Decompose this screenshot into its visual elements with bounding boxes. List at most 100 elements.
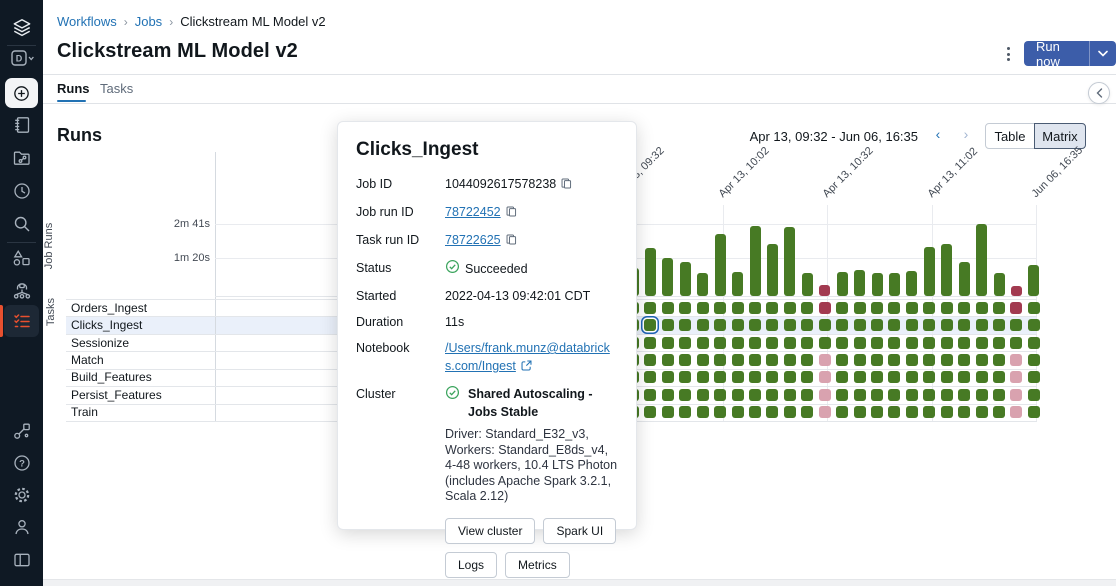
run-id-link[interactable]: 78722625: [445, 233, 501, 247]
matrix-cell[interactable]: [906, 319, 918, 331]
job-run-bar[interactable]: [941, 244, 952, 296]
matrix-cell[interactable]: [906, 354, 918, 366]
matrix-cell[interactable]: [906, 371, 918, 383]
job-run-bar[interactable]: [994, 273, 1005, 296]
sidebar-item-workspace[interactable]: [0, 114, 43, 136]
sidebar-item-settings[interactable]: [0, 484, 43, 506]
matrix-cell[interactable]: [732, 319, 744, 331]
matrix-cell[interactable]: [854, 302, 866, 314]
matrix-cell[interactable]: [941, 354, 953, 366]
sidebar-item-recents[interactable]: [0, 180, 43, 202]
matrix-cell[interactable]: [871, 302, 883, 314]
matrix-cell[interactable]: [732, 389, 744, 401]
job-run-bar[interactable]: [767, 244, 778, 296]
job-run-bar[interactable]: [819, 285, 830, 296]
sidebar-item-profile[interactable]: [0, 516, 43, 538]
matrix-cell[interactable]: [993, 389, 1005, 401]
matrix-cell[interactable]: [662, 319, 674, 331]
job-run-bar[interactable]: [1011, 286, 1022, 296]
matrix-cell[interactable]: [749, 389, 761, 401]
job-run-bar[interactable]: [732, 272, 743, 296]
job-run-bar[interactable]: [924, 247, 935, 296]
matrix-cell[interactable]: [784, 354, 796, 366]
matrix-cell[interactable]: [1028, 354, 1040, 366]
matrix-cell[interactable]: [679, 302, 691, 314]
matrix-cell[interactable]: [871, 337, 883, 349]
copy-icon[interactable]: [505, 205, 518, 223]
matrix-cell[interactable]: [697, 319, 709, 331]
matrix-cell[interactable]: [958, 302, 970, 314]
matrix-cell[interactable]: [888, 302, 900, 314]
matrix-cell[interactable]: [679, 354, 691, 366]
matrix-cell[interactable]: [766, 319, 778, 331]
matrix-cell[interactable]: [888, 371, 900, 383]
matrix-cell[interactable]: [871, 354, 883, 366]
matrix-cell[interactable]: [941, 389, 953, 401]
matrix-cell[interactable]: [819, 354, 831, 366]
spark-ui-button[interactable]: Spark UI: [543, 518, 616, 544]
job-run-bar[interactable]: [750, 226, 761, 296]
matrix-cell[interactable]: [836, 302, 848, 314]
matrix-cell[interactable]: [801, 389, 813, 401]
logs-button[interactable]: Logs: [445, 552, 497, 578]
job-run-bar[interactable]: [837, 272, 848, 296]
new-button[interactable]: [5, 78, 38, 108]
matrix-cell[interactable]: [888, 319, 900, 331]
matrix-cell[interactable]: [766, 406, 778, 418]
matrix-cell[interactable]: [697, 354, 709, 366]
matrix-cell[interactable]: [819, 319, 831, 331]
view-cluster-button[interactable]: View cluster: [445, 518, 535, 544]
job-run-bar[interactable]: [645, 248, 656, 296]
matrix-cell[interactable]: [819, 389, 831, 401]
matrix-cell[interactable]: [1010, 302, 1022, 314]
matrix-cell[interactable]: [976, 371, 988, 383]
sidebar-item-repos[interactable]: [0, 147, 43, 169]
job-run-bar[interactable]: [662, 258, 673, 296]
matrix-cell[interactable]: [1028, 406, 1040, 418]
matrix-cell[interactable]: [976, 406, 988, 418]
matrix-cell[interactable]: [749, 319, 761, 331]
matrix-cell[interactable]: [679, 337, 691, 349]
sidebar-item-compute[interactable]: [0, 280, 43, 302]
matrix-cell[interactable]: [784, 406, 796, 418]
matrix-cell[interactable]: [766, 337, 778, 349]
workspace-switcher-button[interactable]: D: [0, 48, 43, 68]
matrix-cell[interactable]: [644, 337, 656, 349]
job-run-bar[interactable]: [872, 273, 883, 296]
matrix-cell[interactable]: [732, 406, 744, 418]
matrix-cell[interactable]: [714, 302, 726, 314]
matrix-cell[interactable]: [941, 319, 953, 331]
matrix-cell[interactable]: [644, 389, 656, 401]
matrix-cell[interactable]: [941, 302, 953, 314]
matrix-cell[interactable]: [662, 371, 674, 383]
matrix-cell[interactable]: [784, 319, 796, 331]
matrix-cell[interactable]: [976, 319, 988, 331]
matrix-cell[interactable]: [697, 302, 709, 314]
matrix-cell[interactable]: [749, 406, 761, 418]
databricks-logo-icon[interactable]: [0, 17, 43, 39]
matrix-cell[interactable]: [958, 406, 970, 418]
matrix-cell[interactable]: [836, 389, 848, 401]
sidebar-item-workflows[interactable]: [4, 305, 39, 337]
matrix-cell[interactable]: [923, 354, 935, 366]
matrix-cell[interactable]: [1028, 389, 1040, 401]
job-run-bar[interactable]: [697, 273, 708, 296]
matrix-cell[interactable]: [714, 371, 726, 383]
matrix-cell[interactable]: [871, 371, 883, 383]
matrix-cell[interactable]: [662, 337, 674, 349]
matrix-cell[interactable]: [697, 337, 709, 349]
copy-icon[interactable]: [505, 233, 518, 251]
matrix-cell[interactable]: [993, 354, 1005, 366]
job-run-bar[interactable]: [959, 262, 970, 296]
matrix-cell[interactable]: [714, 354, 726, 366]
job-run-bar[interactable]: [1028, 265, 1039, 296]
matrix-cell[interactable]: [958, 389, 970, 401]
matrix-cell[interactable]: [836, 319, 848, 331]
matrix-cell[interactable]: [732, 354, 744, 366]
run-id-link[interactable]: 78722452: [445, 205, 501, 219]
external-link-icon[interactable]: [520, 359, 533, 377]
matrix-cell[interactable]: [871, 319, 883, 331]
matrix-cell[interactable]: [941, 406, 953, 418]
matrix-cell[interactable]: [923, 406, 935, 418]
matrix-cell[interactable]: [662, 302, 674, 314]
